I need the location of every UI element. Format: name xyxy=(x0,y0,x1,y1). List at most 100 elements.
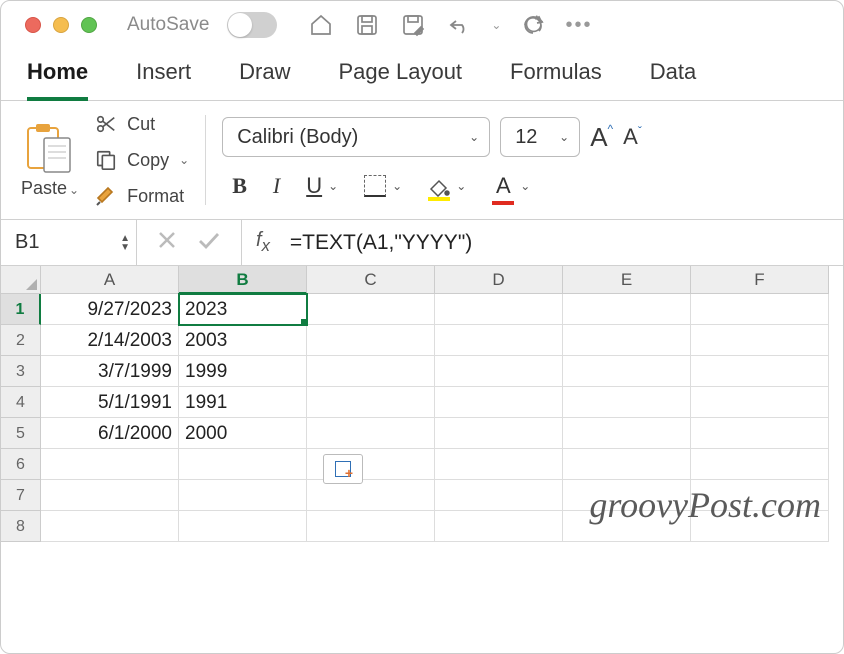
paste-options-button[interactable] xyxy=(323,454,363,484)
name-box[interactable]: B1 ▲▼ xyxy=(1,220,137,265)
row-header[interactable]: 3 xyxy=(1,356,41,387)
cell[interactable] xyxy=(435,325,563,356)
accept-formula-icon[interactable] xyxy=(197,230,221,255)
autosave-toggle[interactable] xyxy=(227,12,277,38)
tab-insert[interactable]: Insert xyxy=(136,59,191,100)
underline-button[interactable]: U ⌄ xyxy=(306,173,338,199)
undo-icon[interactable] xyxy=(445,11,473,39)
tab-formulas[interactable]: Formulas xyxy=(510,59,602,100)
font-name-select[interactable]: Calibri (Body) ⌄ xyxy=(222,117,490,157)
tab-data[interactable]: Data xyxy=(650,59,696,100)
cut-button[interactable]: Cut xyxy=(93,111,189,137)
cell[interactable] xyxy=(435,418,563,449)
cell[interactable] xyxy=(179,449,307,480)
col-header-d[interactable]: D xyxy=(435,266,563,294)
cell[interactable] xyxy=(563,387,691,418)
save-icon[interactable] xyxy=(353,11,381,39)
cell[interactable]: 9/27/2023 xyxy=(41,294,179,325)
decrease-font-icon[interactable]: Aˇ xyxy=(623,124,642,150)
cell[interactable] xyxy=(179,511,307,542)
formula-input[interactable]: =TEXT(A1,"YYYY") xyxy=(284,231,843,255)
cell[interactable] xyxy=(307,356,435,387)
undo-dropdown[interactable]: ⌄ xyxy=(491,18,501,32)
tab-draw[interactable]: Draw xyxy=(239,59,290,100)
redo-icon[interactable] xyxy=(519,11,547,39)
copy-button[interactable]: Copy ⌄ xyxy=(93,147,189,173)
cell[interactable]: 2003 xyxy=(179,325,307,356)
tab-page-layout[interactable]: Page Layout xyxy=(339,59,463,100)
cell[interactable] xyxy=(563,418,691,449)
fill-color-button[interactable]: ⌄ xyxy=(428,177,466,195)
cell[interactable] xyxy=(691,449,829,480)
font-color-button[interactable]: A ⌄ xyxy=(492,173,530,199)
fx-label[interactable]: fx xyxy=(242,229,284,256)
font-size-select[interactable]: 12 ⌄ xyxy=(500,117,580,157)
col-header-a[interactable]: A xyxy=(41,266,179,294)
cell[interactable] xyxy=(563,356,691,387)
cell[interactable]: 2023 xyxy=(179,294,307,325)
cell[interactable] xyxy=(435,511,563,542)
cell[interactable] xyxy=(435,294,563,325)
col-header-b[interactable]: B xyxy=(179,266,307,294)
col-header-f[interactable]: F xyxy=(691,266,829,294)
tab-home[interactable]: Home xyxy=(27,59,88,101)
cell[interactable]: 1991 xyxy=(179,387,307,418)
home-icon[interactable] xyxy=(307,11,335,39)
cell[interactable]: 1999 xyxy=(179,356,307,387)
paste-options-icon xyxy=(335,461,351,477)
cell[interactable] xyxy=(307,294,435,325)
cell[interactable] xyxy=(41,511,179,542)
cell[interactable] xyxy=(41,449,179,480)
bold-button[interactable]: B xyxy=(232,173,247,199)
cell[interactable] xyxy=(563,325,691,356)
row-header[interactable]: 5 xyxy=(1,418,41,449)
cell[interactable] xyxy=(435,387,563,418)
paste-button[interactable]: Paste⌄ xyxy=(21,122,79,199)
row-header[interactable]: 1 xyxy=(1,294,41,325)
col-header-e[interactable]: E xyxy=(563,266,691,294)
window-controls xyxy=(25,17,97,33)
row-header[interactable]: 7 xyxy=(1,480,41,511)
cell[interactable]: 2/14/2003 xyxy=(41,325,179,356)
font-name-value: Calibri (Body) xyxy=(237,126,358,149)
format-painter-button[interactable]: Format xyxy=(93,183,189,209)
cell[interactable] xyxy=(563,294,691,325)
cell[interactable] xyxy=(435,356,563,387)
cell[interactable] xyxy=(691,356,829,387)
cell[interactable] xyxy=(691,387,829,418)
cell[interactable] xyxy=(307,325,435,356)
cell[interactable] xyxy=(307,387,435,418)
cell[interactable] xyxy=(691,294,829,325)
row-header[interactable]: 2 xyxy=(1,325,41,356)
cell[interactable]: 2000 xyxy=(179,418,307,449)
row-header[interactable]: 4 xyxy=(1,387,41,418)
maximize-window[interactable] xyxy=(81,17,97,33)
cell[interactable] xyxy=(307,480,435,511)
cell[interactable] xyxy=(179,480,307,511)
cell[interactable]: 5/1/1991 xyxy=(41,387,179,418)
cell[interactable]: 3/7/1999 xyxy=(41,356,179,387)
cell[interactable]: 6/1/2000 xyxy=(41,418,179,449)
row-header[interactable]: 8 xyxy=(1,511,41,542)
save-edit-icon[interactable] xyxy=(399,11,427,39)
cell[interactable] xyxy=(691,325,829,356)
row-header[interactable]: 6 xyxy=(1,449,41,480)
font-group: Calibri (Body) ⌄ 12 ⌄ A^ Aˇ B I U ⌄ ⌄ ⌄ xyxy=(222,111,642,209)
col-header-c[interactable]: C xyxy=(307,266,435,294)
cell[interactable] xyxy=(307,511,435,542)
cancel-formula-icon[interactable] xyxy=(157,230,177,255)
cell[interactable] xyxy=(307,418,435,449)
cell[interactable] xyxy=(691,418,829,449)
italic-button[interactable]: I xyxy=(273,173,280,199)
cell[interactable] xyxy=(563,449,691,480)
cell[interactable] xyxy=(435,480,563,511)
cell[interactable] xyxy=(41,480,179,511)
close-window[interactable] xyxy=(25,17,41,33)
minimize-window[interactable] xyxy=(53,17,69,33)
quick-access-toolbar: ⌄ ••• xyxy=(307,11,592,39)
more-icon[interactable]: ••• xyxy=(565,14,592,37)
borders-button[interactable]: ⌄ xyxy=(364,175,402,197)
select-all-corner[interactable] xyxy=(1,266,41,294)
cell[interactable] xyxy=(435,449,563,480)
increase-font-icon[interactable]: A^ xyxy=(590,122,613,153)
